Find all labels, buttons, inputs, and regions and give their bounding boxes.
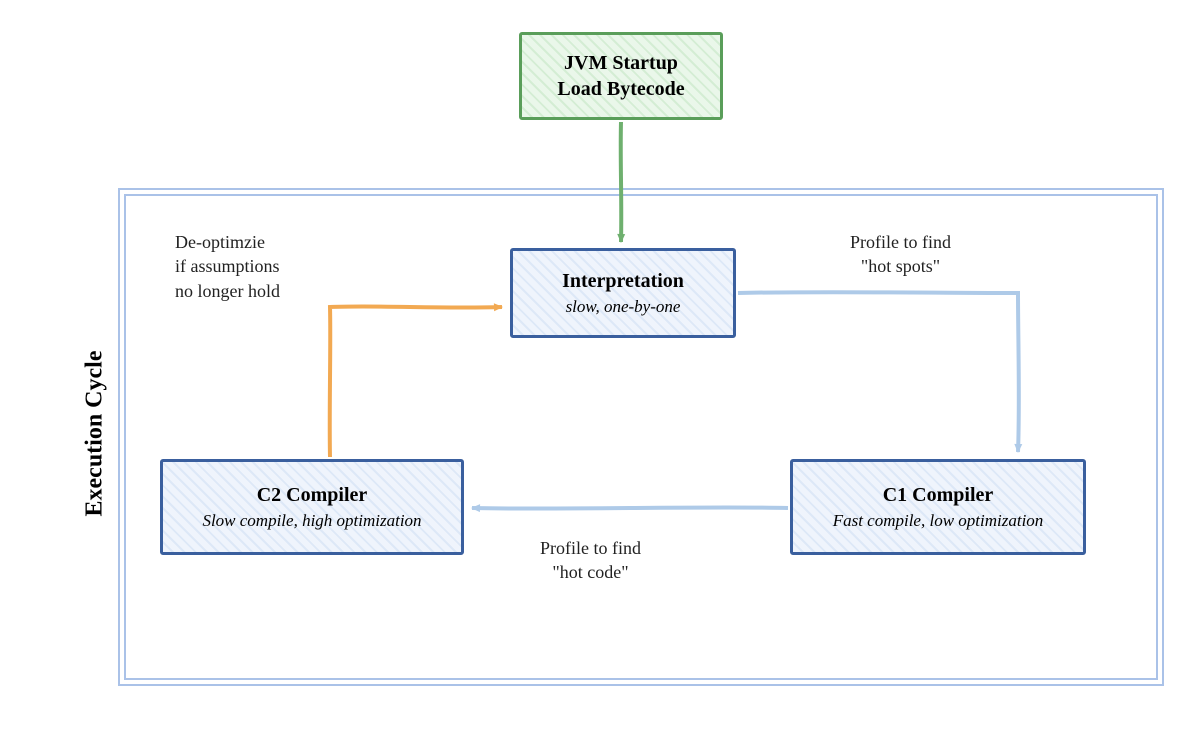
diagram-canvas: Execution Cycle JVM Startup Load Bytecod… <box>0 0 1202 744</box>
arrow-c2-to-interpretation <box>330 306 502 457</box>
arrows-layer <box>0 0 1202 744</box>
arrow-interpretation-to-c1 <box>738 292 1019 452</box>
arrow-c1-to-c2 <box>472 507 788 508</box>
arrow-startup-to-interpretation <box>621 122 622 242</box>
